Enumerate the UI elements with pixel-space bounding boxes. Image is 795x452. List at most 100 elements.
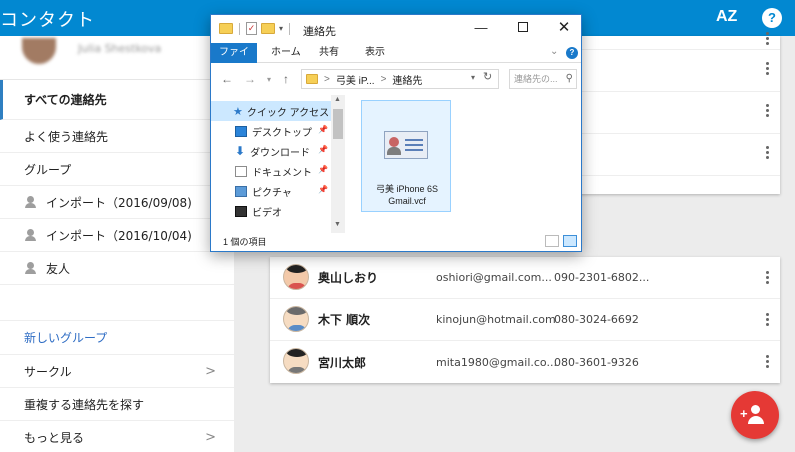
contact-card: 奥山しおり oshiori@gmail.com... 090-2301-6802… <box>270 257 780 383</box>
ribbon-tabs: ファイル ホーム 共有 表示 ⌄ ? <box>211 43 581 78</box>
nav-item-quick-access[interactable]: ★ クイック アクセス <box>211 101 345 121</box>
pin-icon[interactable]: 📌 <box>318 125 328 134</box>
more-vert-icon[interactable] <box>766 313 770 327</box>
contact-row[interactable]: 奥山しおり oshiori@gmail.com... 090-2301-6802… <box>270 257 780 299</box>
add-contact-button[interactable]: + <box>731 391 779 439</box>
details-view-icon[interactable] <box>545 235 559 247</box>
sort-az-icon[interactable]: AZ <box>716 8 737 26</box>
contact-avatar <box>283 348 309 374</box>
profile-header: Julia Shestkova <box>0 36 234 80</box>
dropdown-icon[interactable]: ▾ <box>279 24 283 33</box>
navigation-pane: ★ クイック アクセス デスクトップ 📌 ⬇ ダウンロード 📌 ドキュメント 📌 ピクチャ… <box>211 95 345 233</box>
sidebar-item-circles[interactable]: サークル > <box>0 355 234 388</box>
expand-ribbon-icon[interactable]: ⌄ <box>550 46 558 57</box>
plus-icon: + <box>740 406 748 421</box>
minimize-button[interactable]: — <box>461 17 501 39</box>
breadcrumb-item[interactable]: 連絡先 <box>392 72 422 87</box>
sidebar-item-all-contacts[interactable]: すべての連絡先 <box>0 80 234 120</box>
nav-item-label: ピクチャ <box>252 187 292 199</box>
group-icon <box>24 228 38 242</box>
app-title: コンタクト <box>0 10 95 31</box>
help-icon[interactable]: ? <box>566 47 578 59</box>
more-vert-icon[interactable] <box>766 146 770 160</box>
back-arrow-icon[interactable]: ← <box>221 72 233 86</box>
document-icon <box>235 165 247 177</box>
breadcrumb-separator: > <box>380 73 387 85</box>
more-vert-icon[interactable] <box>766 355 770 369</box>
pin-icon[interactable]: 📌 <box>318 165 328 174</box>
quick-access-toolbar: ✓ ▾ <box>219 22 292 35</box>
file-list: 弓美 iPhone 6S Gmail.vcf <box>351 95 579 233</box>
explorer-window[interactable]: ✓ ▾ 連絡先 — ✕ ファイル ホーム 共有 表示 ⌄ ? ← → ▾ ↑ >… <box>210 14 582 252</box>
sidebar-item-label: よく使う連絡先 <box>24 129 109 144</box>
nav-item-desktop[interactable]: デスクトップ 📌 <box>211 121 345 141</box>
scroll-up-icon[interactable]: ▲ <box>334 96 341 103</box>
scroll-down-icon[interactable]: ▼ <box>334 221 341 228</box>
up-arrow-icon[interactable]: ↑ <box>283 72 289 86</box>
pin-icon[interactable]: 📌 <box>318 185 328 194</box>
contact-email: mita1980@gmail.co... <box>436 355 557 369</box>
forward-arrow-icon[interactable]: → <box>244 72 256 86</box>
contact-avatar <box>283 264 309 290</box>
explorer-titlebar[interactable]: ✓ ▾ 連絡先 — ✕ <box>211 15 581 43</box>
nav-item-downloads[interactable]: ⬇ ダウンロード 📌 <box>211 141 345 161</box>
contact-row[interactable]: 宮川太郎 mita1980@gmail.co... 080-3601-9326 <box>270 341 780 383</box>
sidebar-item-import-0908[interactable]: インポート（2016/09/08) <box>0 186 234 219</box>
download-icon: ⬇ <box>235 143 246 158</box>
contact-email: kinojun@hotmail.com <box>436 313 556 326</box>
breadcrumb-item[interactable]: 弓美 iP... <box>336 72 375 87</box>
sidebar-item-friends[interactable]: 友人 <box>0 252 234 285</box>
address-dropdown-icon[interactable]: ▾ <box>471 73 475 82</box>
nav-item-pictures[interactable]: ピクチャ 📌 <box>211 181 345 201</box>
new-folder-icon[interactable] <box>261 23 275 34</box>
picture-icon <box>235 185 247 197</box>
sidebar: Julia Shestkova すべての連絡先 よく使う連絡先 グループ インポ… <box>0 36 234 452</box>
sidebar-spacer <box>0 285 234 321</box>
nav-item-label: ビデオ <box>252 207 282 219</box>
file-name: 弓美 iPhone 6S Gmail.vcf <box>375 184 439 206</box>
recent-dropdown-icon[interactable]: ▾ <box>267 75 271 84</box>
maximize-button[interactable] <box>503 17 543 39</box>
tab-share[interactable]: 共有 <box>311 43 347 63</box>
large-icons-view-icon[interactable] <box>563 235 577 247</box>
pin-icon[interactable]: 📌 <box>318 145 328 154</box>
contact-phone: 080-3601-9326 <box>554 355 639 369</box>
tab-file[interactable]: ファイル <box>211 43 257 78</box>
folder-icon <box>306 74 318 84</box>
vcard-file-icon <box>384 131 428 159</box>
file-item-vcf[interactable]: 弓美 iPhone 6S Gmail.vcf <box>361 100 451 212</box>
avatar[interactable] <box>22 38 56 64</box>
sidebar-item-import-1004[interactable]: インポート（2016/10/04) <box>0 219 234 252</box>
properties-icon[interactable]: ✓ <box>246 22 257 35</box>
more-vert-icon[interactable] <box>766 62 770 76</box>
nav-item-documents[interactable]: ドキュメント 📌 <box>211 161 345 181</box>
refresh-icon[interactable]: ↻ <box>483 70 492 83</box>
sidebar-item-frequent[interactable]: よく使う連絡先 <box>0 120 234 153</box>
more-vert-icon[interactable] <box>766 271 770 285</box>
contact-email: oshiori@gmail.com... <box>436 271 552 284</box>
sidebar-item-groups[interactable]: グループ <box>0 153 234 186</box>
more-vert-icon[interactable] <box>766 104 770 118</box>
sidebar-item-more[interactable]: もっと見る > <box>0 421 234 452</box>
sidebar-item-new-group[interactable]: 新しいグループ <box>0 321 234 355</box>
search-icon: ⚲ <box>565 73 573 84</box>
window-title: 連絡先 <box>303 26 336 38</box>
sidebar-item-find-duplicates[interactable]: 重複する連絡先を探す <box>0 388 234 421</box>
nav-item-videos[interactable]: ビデオ <box>211 201 345 221</box>
contact-phone: 080-3024-6692 <box>554 313 639 326</box>
sidebar-item-label: インポート（2016/09/08) <box>46 195 192 210</box>
sidebar-item-label: もっと見る <box>24 430 85 445</box>
more-vert-icon[interactable] <box>766 32 770 46</box>
close-button[interactable]: ✕ <box>544 17 584 39</box>
address-bar[interactable]: > 弓美 iP... > 連絡先 <box>301 69 499 89</box>
tab-view[interactable]: 表示 <box>357 43 393 63</box>
help-icon[interactable]: ? <box>762 8 782 28</box>
tab-home[interactable]: ホーム <box>263 43 309 63</box>
search-input[interactable]: 連絡先の... ⚲ <box>509 69 577 89</box>
nav-scrollbar[interactable]: ▲ ▼ <box>331 95 345 233</box>
contact-row[interactable]: 木下 順次 kinojun@hotmail.com 080-3024-6692 <box>270 299 780 341</box>
chevron-right-icon: > <box>205 364 216 379</box>
breadcrumb-separator: > <box>324 73 330 85</box>
scrollbar-thumb[interactable] <box>333 109 343 139</box>
person-add-icon <box>751 405 760 414</box>
